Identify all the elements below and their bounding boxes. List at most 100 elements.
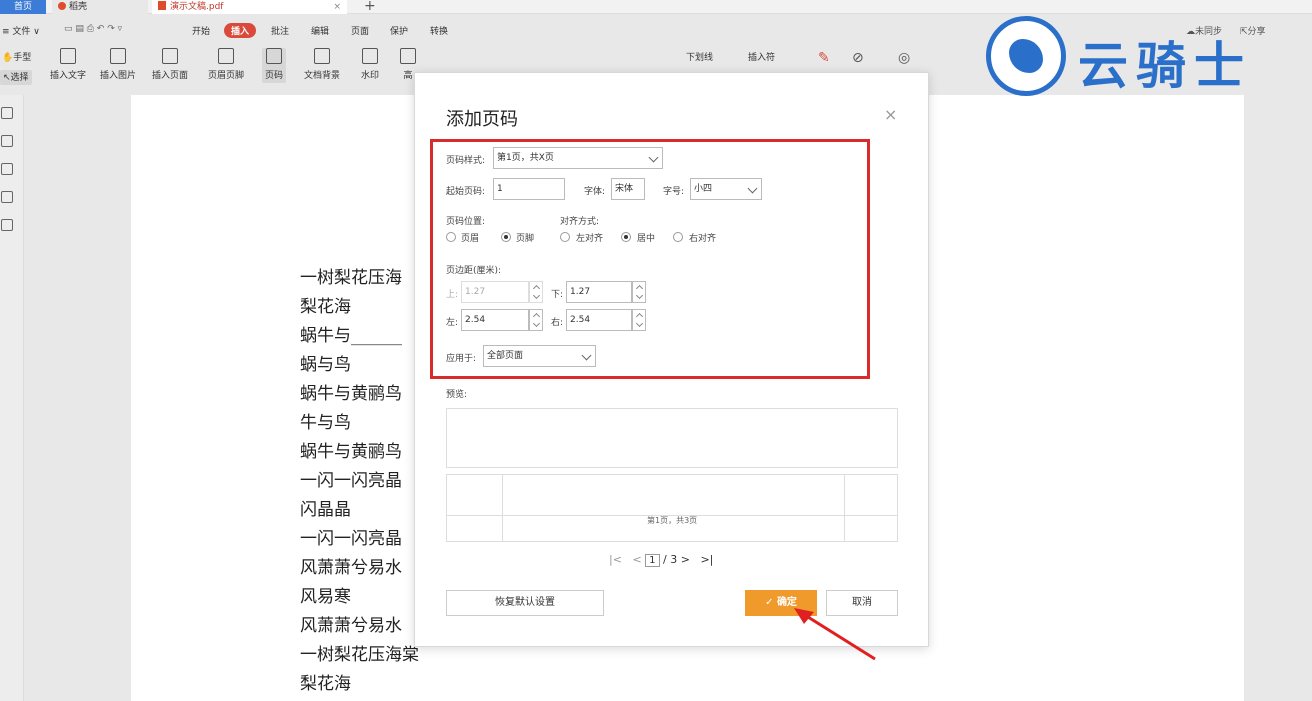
menu-insert[interactable]: 插入: [224, 23, 257, 38]
page-number-icon: [266, 48, 282, 64]
watermark-icon: [362, 48, 378, 64]
doc-background-label: 文档背景: [304, 71, 341, 81]
dialog-close-icon[interactable]: ×: [884, 105, 897, 124]
pen-icon[interactable]: ✎: [818, 50, 830, 66]
font-select[interactable]: 宋体: [611, 178, 645, 200]
margin-right-stepper[interactable]: [632, 309, 646, 331]
insert-image-button[interactable]: 插入图片: [100, 48, 136, 81]
file-menu[interactable]: ≡ 文件 ∨: [2, 24, 40, 37]
size-select[interactable]: 小四: [690, 178, 762, 200]
attachment-icon[interactable]: [1, 191, 13, 203]
document-line: 蜗与鸟: [300, 355, 351, 375]
attach-icon[interactable]: ⊘: [852, 50, 864, 66]
document-line: 蜗牛与黄鹂鸟: [300, 442, 402, 462]
menu-protect[interactable]: 保护: [390, 24, 408, 37]
align-center-radio[interactable]: [621, 232, 631, 242]
apply-label: 应用于:: [446, 354, 477, 364]
apply-select[interactable]: 全部页面: [483, 345, 596, 367]
preview-label: 预览:: [446, 390, 468, 400]
margin-right-input[interactable]: 2.54: [566, 309, 632, 331]
margin-top-value: 1.27: [465, 287, 486, 297]
margin-bottom-value: 1.27: [570, 287, 591, 297]
insert-text-label: 插入文字: [50, 71, 87, 81]
watermark-button[interactable]: 水印: [361, 48, 379, 81]
insert-symbol-button[interactable]: 插入符: [748, 50, 775, 63]
reset-defaults-button[interactable]: 恢复默认设置: [446, 590, 604, 616]
insert-page-icon: [162, 48, 178, 64]
size-value: 小四: [694, 184, 713, 194]
style-value: 第1页，共X页: [497, 153, 554, 163]
style-select[interactable]: 第1页，共X页: [493, 147, 663, 169]
align-left-radio[interactable]: [560, 232, 570, 242]
select-tool[interactable]: ↖选择: [0, 70, 32, 85]
highlight-box: [430, 139, 870, 379]
dialog-title: 添加页码: [446, 109, 518, 130]
start-input[interactable]: 1: [493, 178, 565, 200]
font-value: 宋体: [615, 184, 634, 194]
document-line: 梨花海: [300, 297, 351, 317]
margin-left-input[interactable]: 2.54: [461, 309, 529, 331]
comment-icon[interactable]: [1, 163, 13, 175]
position-footer-radio[interactable]: [501, 232, 511, 242]
insert-page-button[interactable]: 插入页面: [152, 48, 188, 81]
wps-icon: [58, 2, 66, 10]
align-label: 对齐方式:: [560, 217, 600, 227]
menu-page[interactable]: 页面: [351, 24, 369, 37]
underline-button[interactable]: 下划线: [686, 50, 713, 63]
eraser-icon[interactable]: ◎: [898, 50, 910, 66]
left-sidebar: [0, 95, 24, 701]
document-line: 风萧萧兮易水: [300, 616, 402, 636]
chevron-down-icon: [747, 183, 758, 194]
next-page-icon[interactable]: >: [681, 553, 690, 566]
font-label: 字体:: [584, 187, 606, 197]
new-tab-icon[interactable]: +: [364, 0, 376, 14]
hand-label: 手型: [13, 53, 32, 63]
document-line: 梨花海: [300, 674, 351, 694]
insert-text-button[interactable]: 插入文字: [50, 48, 86, 81]
tab-pdf-label: 演示文稿.pdf: [170, 2, 224, 12]
page-number-button[interactable]: 页码: [262, 48, 287, 83]
margin-bottom-label: 下:: [551, 290, 564, 300]
document-line: 一树梨花压海: [300, 268, 402, 288]
chevron-down-icon: [581, 350, 592, 361]
tab-pdf-file[interactable]: 演示文稿.pdf ×: [152, 0, 347, 14]
preview-footer: 第1页，共3页: [446, 474, 898, 542]
underline-label: 下划线: [686, 53, 714, 63]
quick-access-icons[interactable]: ▭ ▤ ⎙ ↶ ↷ ▿: [64, 24, 122, 34]
brand-logo: 云骑士: [986, 10, 1306, 100]
bookmark-icon[interactable]: [1, 107, 13, 119]
first-page-icon[interactable]: |<: [609, 553, 622, 566]
doc-background-button[interactable]: 文档背景: [304, 48, 340, 81]
page-total: / 3: [663, 553, 678, 566]
tab-wps[interactable]: 稻壳: [52, 0, 148, 14]
check-icon: ✓: [765, 597, 777, 608]
margin-bottom-stepper[interactable]: [632, 281, 646, 303]
menu-start[interactable]: 开始: [192, 24, 210, 37]
menu-edit[interactable]: 编辑: [311, 24, 329, 37]
position-label: 页码位置:: [446, 217, 486, 227]
position-header-radio[interactable]: [446, 232, 456, 242]
margin-left-stepper[interactable]: [529, 309, 543, 331]
hand-tool[interactable]: ✋手型: [2, 50, 31, 63]
tab-home[interactable]: 首页: [0, 0, 46, 14]
menu-annotate[interactable]: 批注: [271, 24, 289, 37]
preview-margin-right: [844, 475, 845, 541]
preview-top: [446, 408, 898, 468]
last-page-icon[interactable]: >|: [700, 553, 713, 566]
margin-right-value: 2.54: [570, 315, 591, 325]
align-right-radio[interactable]: [673, 232, 683, 242]
style-label: 页码样式:: [446, 156, 486, 166]
page-input[interactable]: 1: [645, 554, 660, 567]
margin-bottom-input[interactable]: 1.27: [566, 281, 632, 303]
align-left-label: 左对齐: [576, 234, 604, 244]
prev-page-icon[interactable]: <: [632, 553, 641, 566]
menu-convert[interactable]: 转换: [430, 24, 448, 37]
tab-close-icon[interactable]: ×: [333, 0, 341, 14]
margin-left-value: 2.54: [465, 315, 486, 325]
signature-icon[interactable]: [1, 219, 13, 231]
select-label: 选择: [10, 73, 29, 83]
document-line: 一闪一闪亮晶: [300, 529, 402, 549]
thumbnail-icon[interactable]: [1, 135, 13, 147]
watermark-label: 水印: [361, 71, 380, 81]
header-footer-button[interactable]: 页眉页脚: [208, 48, 244, 81]
